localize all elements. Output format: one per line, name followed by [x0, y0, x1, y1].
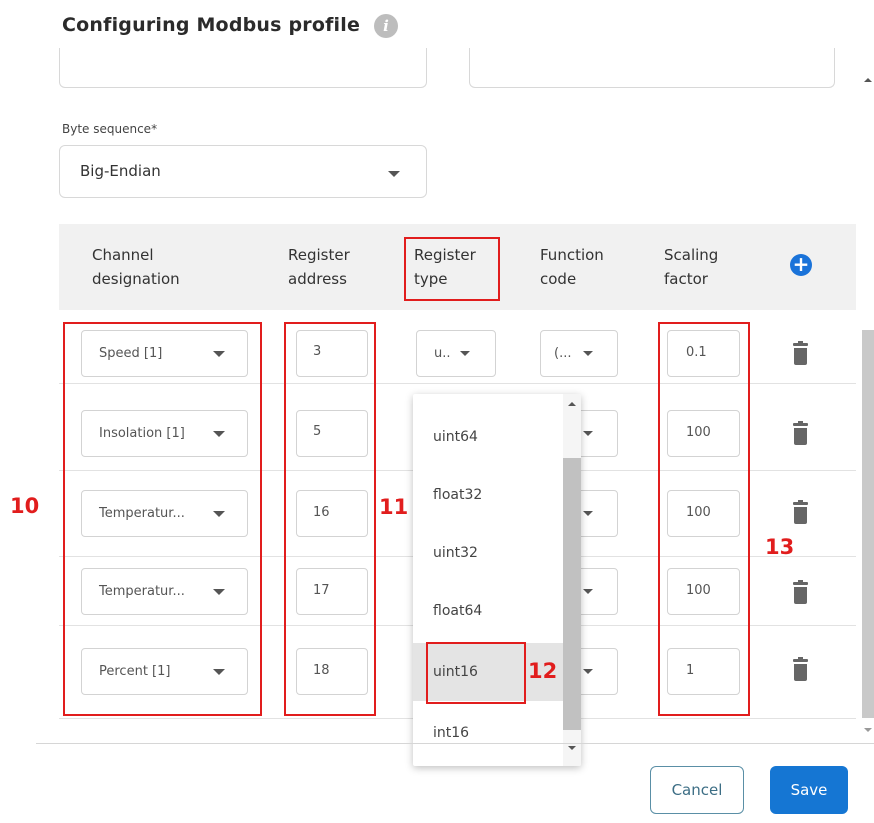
annotation-box-address-column — [284, 322, 376, 716]
register-type-select[interactable] — [416, 330, 496, 377]
annotation-box-channel-column — [63, 322, 262, 716]
chevron-down-icon — [583, 511, 593, 516]
trash-icon[interactable] — [793, 580, 808, 604]
footer-divider — [36, 743, 874, 744]
top-right-field[interactable] — [469, 48, 835, 88]
byte-sequence-label: Byte sequence* — [62, 122, 158, 136]
function-code-value: (... — [554, 346, 572, 361]
register-type-dropdown[interactable]: uint64 float32 uint32 float64 uint16 int… — [413, 394, 581, 766]
dialog-title: Configuring Modbus profile — [62, 14, 361, 36]
chevron-down-icon — [583, 589, 593, 594]
annotation-number-12: 12 — [528, 659, 558, 683]
annotation-box-uint16-option — [426, 642, 526, 704]
byte-sequence-value: Big-Endian — [80, 162, 161, 180]
header-function-code: Function code — [540, 246, 604, 288]
cancel-button[interactable]: Cancel — [650, 766, 744, 814]
dropdown-option[interactable]: uint64 — [413, 408, 563, 466]
header-channel-designation: Channel designation — [92, 246, 180, 288]
chevron-down-icon — [583, 351, 593, 356]
annotation-number-11: 11 — [379, 495, 409, 519]
main-scroll-up-icon[interactable] — [864, 78, 872, 82]
plus-circle-icon[interactable]: + — [790, 254, 812, 276]
chevron-down-icon — [460, 351, 470, 356]
info-icon[interactable]: i — [374, 14, 398, 38]
trash-icon[interactable] — [793, 500, 808, 524]
dropdown-option[interactable]: int16 — [413, 704, 563, 762]
dropdown-option[interactable]: uint32 — [413, 524, 563, 582]
top-left-field[interactable] — [59, 48, 427, 88]
save-button[interactable]: Save — [770, 766, 848, 814]
chevron-down-icon — [583, 431, 593, 436]
register-type-value: u.. — [434, 346, 451, 361]
chevron-down-icon — [388, 171, 400, 177]
annotation-box-scaling-column — [658, 322, 750, 716]
annotation-box-register-type-header — [404, 237, 500, 301]
main-scroll-thumb[interactable] — [862, 330, 874, 718]
annotation-number-13: 13 — [765, 535, 795, 559]
main-scroll-down-icon[interactable] — [864, 728, 872, 732]
trash-icon[interactable] — [793, 657, 808, 681]
function-code-select[interactable] — [540, 330, 618, 377]
scroll-up-icon[interactable] — [568, 402, 576, 406]
dropdown-option[interactable]: float64 — [413, 582, 563, 640]
dropdown-option[interactable]: float32 — [413, 466, 563, 524]
annotation-number-10: 10 — [10, 494, 40, 518]
trash-icon[interactable] — [793, 341, 808, 365]
chevron-down-icon — [583, 669, 593, 674]
header-register-address: Register address — [288, 246, 350, 288]
trash-icon[interactable] — [793, 421, 808, 445]
scroll-down-icon[interactable] — [568, 746, 576, 750]
dropdown-scroll-thumb[interactable] — [563, 458, 581, 730]
header-scaling-factor: Scaling factor — [664, 246, 719, 288]
